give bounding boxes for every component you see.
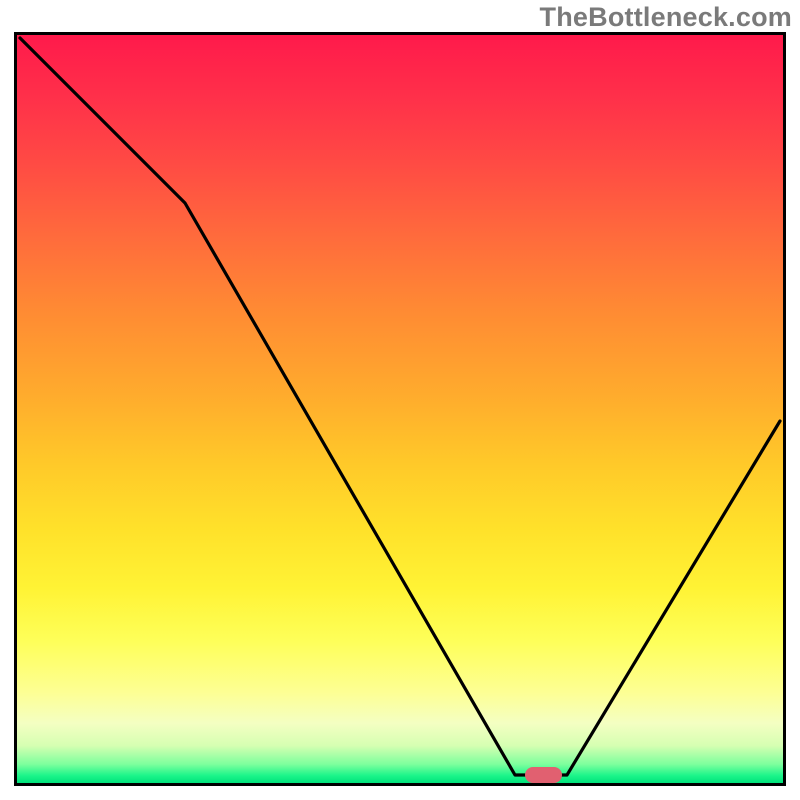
curve-layer: [17, 35, 783, 783]
stage: TheBottleneck.com: [0, 0, 800, 800]
bottleneck-curve: [20, 38, 780, 775]
chart-frame: [14, 32, 786, 786]
watermark-text: TheBottleneck.com: [540, 2, 792, 33]
optimum-marker: [525, 767, 562, 783]
